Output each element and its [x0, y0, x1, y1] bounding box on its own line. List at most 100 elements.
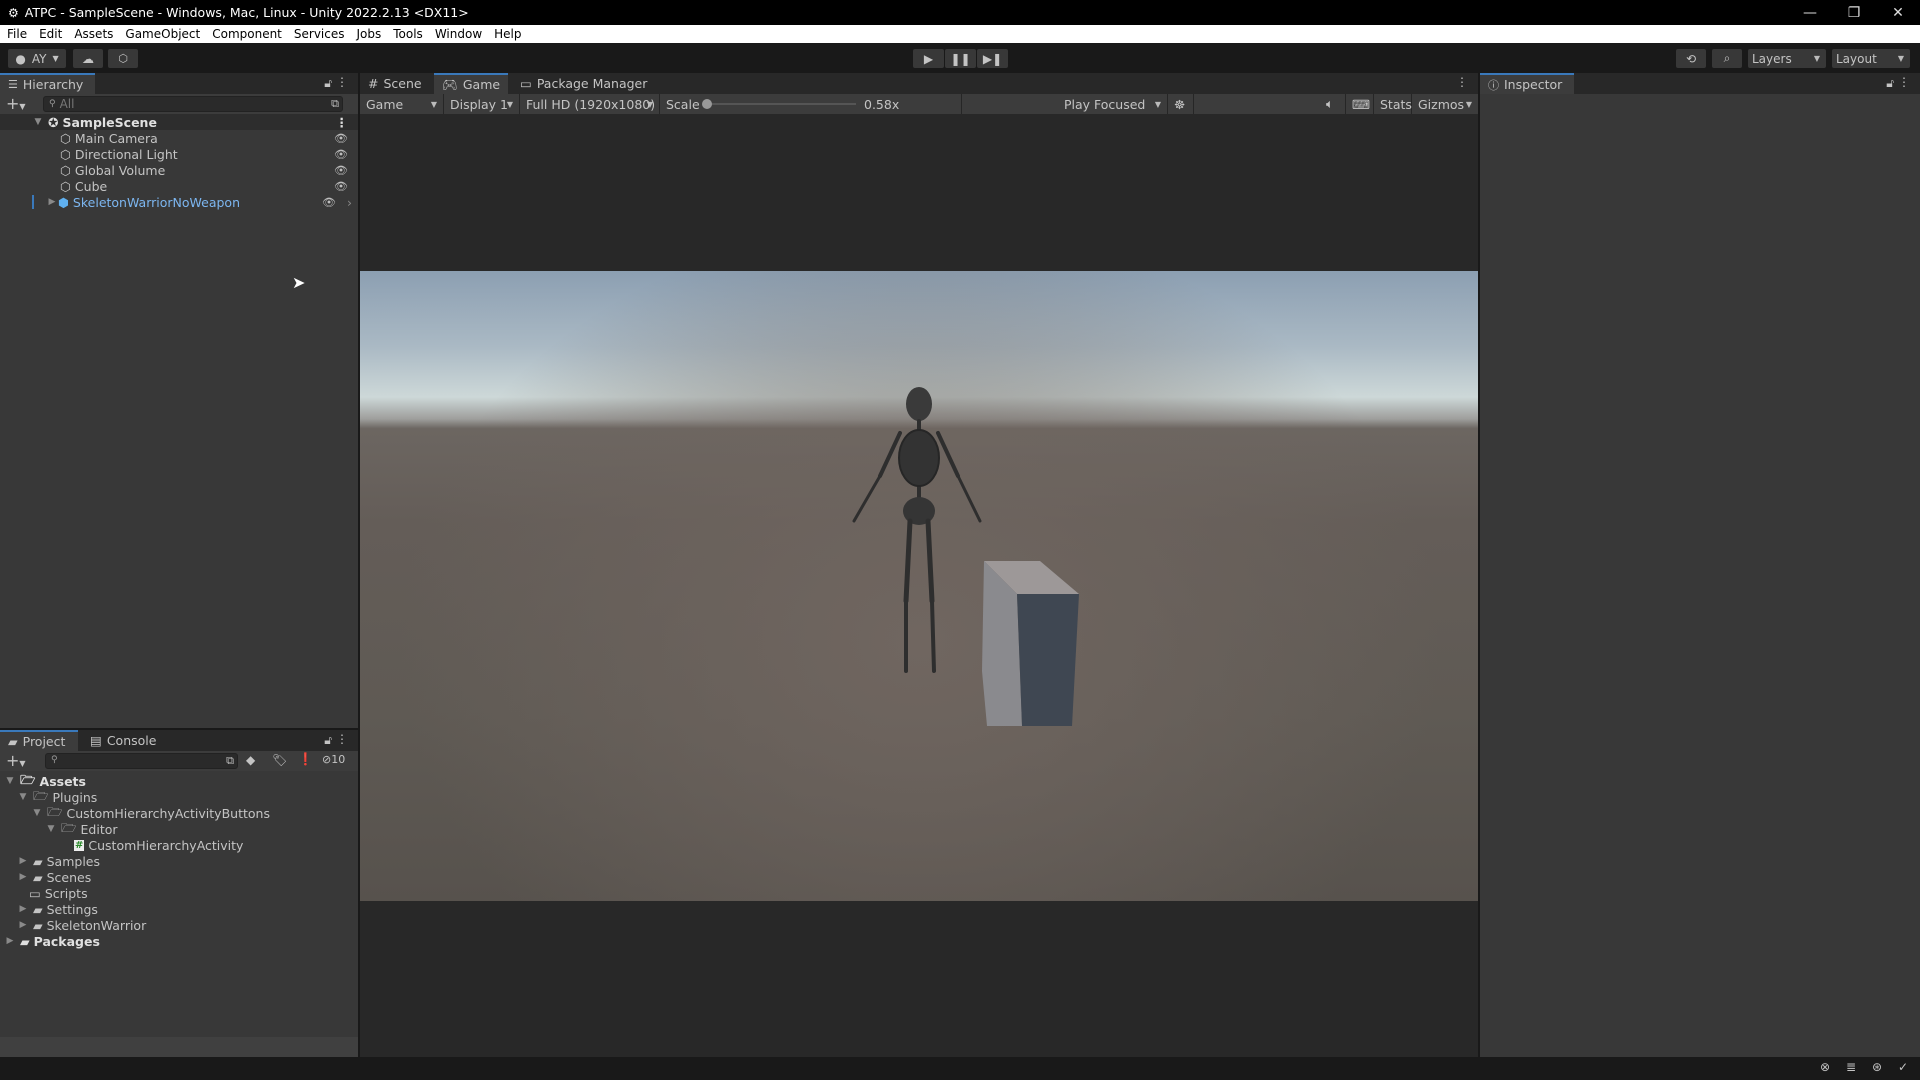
cache-server-icon[interactable]: ≣	[1846, 1060, 1856, 1074]
account-button[interactable]: ● AY ▼	[8, 49, 66, 68]
project-item[interactable]: # CustomHierarchyActivity	[0, 837, 358, 853]
more-options-icon[interactable]: ⋮	[336, 732, 348, 746]
hierarchy-panel: ☰ Hierarchy 🔓︎ ⋮ +▼ ⚲ All ⧉ ▼ ✪ SampleSc…	[0, 73, 358, 728]
scale-slider-track[interactable]	[706, 103, 856, 105]
menu-edit[interactable]: Edit	[32, 27, 67, 41]
project-item[interactable]: ▭ Scripts	[0, 885, 358, 901]
stats-button[interactable]: Stats	[1374, 94, 1412, 114]
minimize-button[interactable]: —	[1788, 0, 1832, 25]
bug-icon: ☸	[1174, 96, 1186, 112]
hierarchy-item[interactable]: ⬡ Global Volume 👁︎	[0, 162, 358, 178]
status-bar: ⊗ ≣ ⊛ ✓	[0, 1057, 1920, 1080]
add-button[interactable]: +▼	[6, 94, 26, 113]
mute-audio-button[interactable]: 🔈︎	[1320, 94, 1346, 114]
open-prefab-chevron-icon[interactable]: ›	[347, 195, 352, 210]
visibility-eye-icon[interactable]: 👁︎	[334, 132, 348, 145]
menu-jobs[interactable]: Jobs	[350, 27, 387, 41]
tab-console[interactable]: ▤ Console	[82, 730, 164, 751]
hidden-packages-toggle[interactable]: ⊘10	[322, 753, 345, 766]
tab-project[interactable]: ▰ Project	[0, 730, 78, 751]
project-search-input[interactable]: ⚲ ⧉	[45, 753, 238, 769]
game-render	[852, 387, 1079, 726]
more-options-icon[interactable]: ⋮	[336, 75, 348, 89]
filter-by-label-icon[interactable]: 🏷︎	[272, 753, 287, 767]
lock-icon[interactable]: 🔓︎	[324, 76, 332, 91]
project-item[interactable]: ▶ ▰ Packages	[0, 933, 358, 949]
filter-by-type-icon[interactable]: ◆	[246, 753, 255, 767]
play-mode-dropdown[interactable]: Play Focused ▼	[1058, 94, 1168, 114]
folder-icon: ▰	[33, 901, 43, 917]
network-icon[interactable]: ⊛	[1872, 1060, 1882, 1074]
more-options-icon[interactable]: ⋮	[1898, 75, 1910, 89]
tab-package-manager[interactable]: ▭ Package Manager	[512, 73, 655, 94]
add-button[interactable]: +▼	[6, 751, 26, 770]
menu-assets[interactable]: Assets	[67, 27, 118, 41]
search-mode-icon[interactable]: ⧉	[331, 97, 339, 111]
display-dropdown[interactable]: Display 1 ▼	[444, 94, 520, 114]
menu-file[interactable]: File	[0, 27, 32, 41]
frame-debugger-button[interactable]: ☸	[1168, 94, 1194, 114]
resolution-dropdown[interactable]: Full HD (1920x1080) ▼	[520, 94, 660, 114]
scale-control: Scale 0.58x	[660, 94, 962, 114]
scene-menu-icon[interactable]: ⋮	[336, 115, 349, 130]
menu-services[interactable]: Services	[287, 27, 350, 41]
layers-dropdown[interactable]: Layers ▼	[1748, 49, 1826, 68]
layers-label: Layers	[1752, 51, 1792, 66]
search-mode-icon[interactable]: ⧉	[226, 754, 234, 768]
folder-icon: ▰	[20, 933, 30, 949]
project-item[interactable]: ▶ ▰ Scenes	[0, 869, 358, 885]
hierarchy-item[interactable]: ⬡ Directional Light 👁︎	[0, 146, 358, 162]
project-item[interactable]: ▶ ▰ Samples	[0, 853, 358, 869]
play-button[interactable]: ▶	[913, 49, 944, 68]
more-options-icon[interactable]: ⋮	[1456, 75, 1468, 89]
tab-inspector[interactable]: ⓘ Inspector	[1480, 73, 1574, 94]
project-item[interactable]: ▶ ▰ Settings	[0, 901, 358, 917]
visibility-eye-icon[interactable]: 👁︎	[334, 180, 348, 193]
hierarchy-search-input[interactable]: ⚲ All ⧉	[43, 96, 343, 112]
gizmos-button[interactable]: Gizmos ▼	[1412, 94, 1478, 114]
console-icon: ▤	[90, 733, 102, 748]
game-mode-dropdown[interactable]: Game ▼	[360, 94, 444, 114]
hierarchy-item[interactable]: ⬡ Cube 👁︎	[0, 178, 358, 194]
lock-icon[interactable]: 🔓︎	[324, 733, 332, 748]
expand-arrow-icon[interactable]: ▶	[46, 197, 58, 207]
menu-tools[interactable]: Tools	[386, 27, 428, 41]
lock-icon[interactable]: 🔓︎	[1886, 76, 1894, 91]
expand-arrow-icon[interactable]: ▼	[32, 117, 44, 127]
visibility-eye-icon[interactable]: 👁︎	[334, 164, 348, 177]
grid-icon: #	[368, 76, 379, 91]
menu-window[interactable]: Window	[428, 27, 487, 41]
visibility-eye-icon[interactable]: 👁︎	[334, 148, 348, 161]
project-item[interactable]: ▼ 🗁︎ Assets	[0, 772, 358, 789]
warning-icon[interactable]: ❗	[298, 752, 313, 766]
game-viewport[interactable]	[360, 271, 1478, 901]
menu-help[interactable]: Help	[487, 27, 526, 41]
cloud-button[interactable]: ☁	[73, 49, 103, 68]
keyboard-shortcuts-button[interactable]: ⌨	[1346, 94, 1374, 114]
layout-dropdown[interactable]: Layout ▼	[1832, 49, 1910, 68]
menu-component[interactable]: Component	[205, 27, 287, 41]
project-item[interactable]: ▼ 🗁︎ CustomHierarchyActivityButtons	[0, 804, 358, 821]
project-item[interactable]: ▼ 🗁︎ Editor	[0, 820, 358, 837]
menu-gameobject[interactable]: GameObject	[118, 27, 205, 41]
maximize-button[interactable]: ❐	[1832, 0, 1876, 25]
undo-history-button[interactable]: ⟲	[1676, 49, 1706, 68]
hierarchy-item-prefab[interactable]: ▶ ⬢ SkeletonWarriorNoWeapon 👁︎ ›	[0, 194, 358, 210]
tab-hierarchy[interactable]: ☰ Hierarchy	[0, 73, 95, 94]
item-label: Packages	[33, 933, 100, 949]
hierarchy-item[interactable]: ⬡ Main Camera 👁︎	[0, 130, 358, 146]
pause-button[interactable]: ❚❚	[945, 49, 976, 68]
scale-slider-handle[interactable]	[702, 99, 712, 109]
collab-button[interactable]: ⬡	[108, 49, 138, 68]
close-button[interactable]: ✕	[1876, 0, 1920, 25]
project-item[interactable]: ▶ ▰ SkeletonWarrior	[0, 917, 358, 933]
scene-row[interactable]: ▼ ✪ SampleScene ⋮	[0, 114, 358, 130]
checkmark-icon[interactable]: ✓	[1898, 1060, 1908, 1074]
debug-mode-icon[interactable]: ⊗	[1820, 1060, 1830, 1074]
step-button[interactable]: ▶❚	[977, 49, 1008, 68]
search-button[interactable]: ⌕	[1712, 49, 1742, 68]
tab-game[interactable]: 🎮︎ Game	[434, 73, 509, 94]
visibility-eye-icon[interactable]: 👁︎	[322, 196, 336, 209]
tab-scene[interactable]: # Scene	[360, 73, 430, 94]
chevron-down-icon[interactable]: ▼	[1466, 100, 1472, 109]
